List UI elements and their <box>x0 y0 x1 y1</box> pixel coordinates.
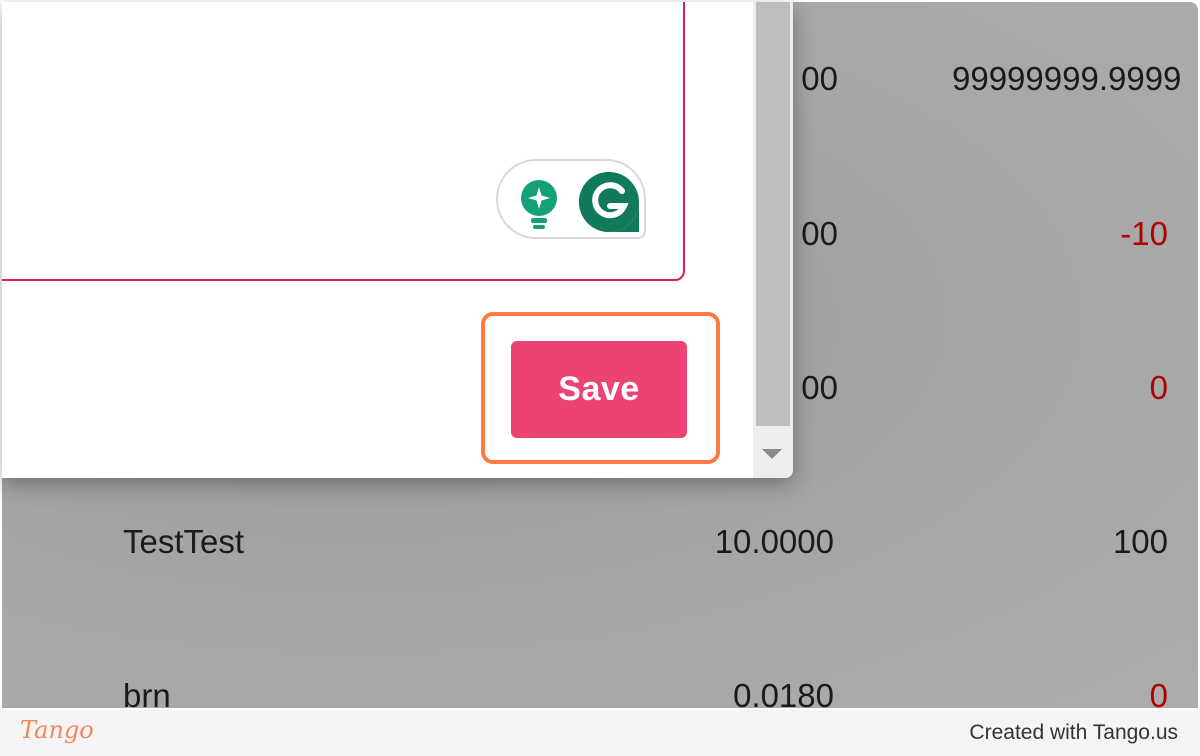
table-cell-value: 00 <box>801 369 838 406</box>
grammarly-g-icon[interactable] <box>577 170 641 234</box>
lightbulb-icon[interactable] <box>517 178 561 230</box>
table-cell-qty: 100 <box>1112 523 1168 560</box>
table-cell-name: TestTest <box>123 523 245 560</box>
scroll-down-icon[interactable] <box>762 449 782 459</box>
text-area[interactable] <box>2 2 685 281</box>
tango-logo: Tango <box>20 716 94 744</box>
table-cell-value: 0.0180 <box>733 677 834 708</box>
table-cell-value: 00 <box>801 60 838 97</box>
footer-credit: Created with Tango.us <box>969 721 1178 744</box>
table-cell-qty: 0 <box>1149 369 1168 406</box>
scrollbar-thumb[interactable] <box>756 2 790 426</box>
table-cell-qty: 0 <box>1149 677 1168 708</box>
table-cell-qty: 99999999.9999 <box>952 60 1182 97</box>
table-cell-value: 00 <box>801 215 838 252</box>
save-button[interactable]: Save <box>511 341 687 438</box>
table-cell-value: 10.0000 <box>714 523 834 560</box>
table-cell-qty: -10 <box>1120 215 1168 252</box>
table-cell-name: brn <box>123 677 171 708</box>
